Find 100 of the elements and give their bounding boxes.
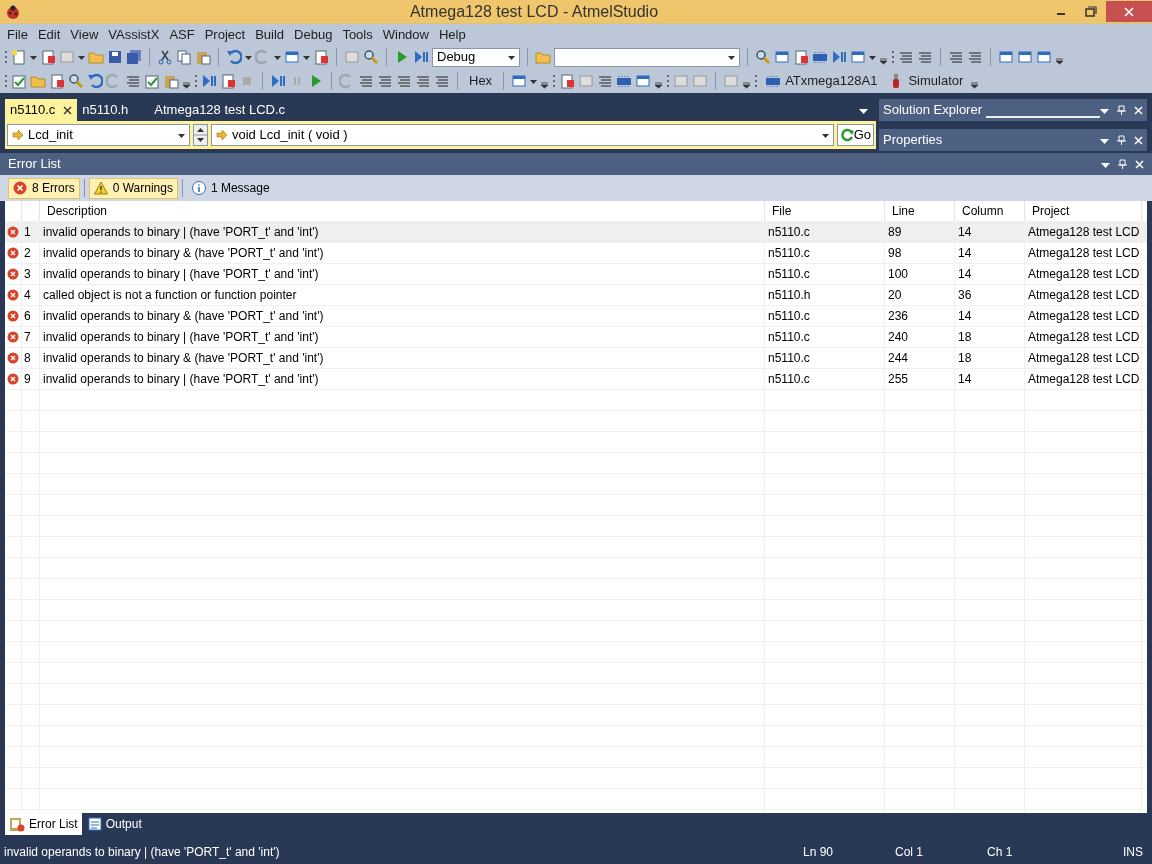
document-icon[interactable] <box>559 73 576 89</box>
pin-icon[interactable] <box>1118 159 1127 169</box>
step-icon[interactable] <box>201 73 217 89</box>
scope-dropdown[interactable]: Lcd_init <box>7 124 190 146</box>
column-header[interactable]: File <box>765 201 885 221</box>
error-row[interactable]: 3 invalid operands to binary | (have 'PORT_t' and 'int') n5110.c 100 14 Atmega128 test LCD <box>5 264 1147 285</box>
lines-icon[interactable] <box>948 49 964 65</box>
menu-item[interactable]: Edit <box>32 24 66 45</box>
toolbar-grip-icon[interactable] <box>754 73 759 89</box>
pin-icon[interactable] <box>1117 105 1126 115</box>
menu-item[interactable]: Help <box>434 24 471 45</box>
spinner-icon[interactable] <box>193 124 208 146</box>
menu-item[interactable]: Tools <box>337 24 378 45</box>
document-tab[interactable]: n5110.c <box>5 99 78 121</box>
error-row[interactable]: 1 invalid operands to binary | (have 'PORT_t' and 'int') n5110.c 89 14 Atmega128 test LCD <box>5 222 1147 243</box>
menu-item[interactable]: Debug <box>289 24 338 45</box>
chip-icon[interactable] <box>616 73 633 89</box>
document-icon[interactable] <box>49 73 65 89</box>
check-icon[interactable] <box>11 73 27 89</box>
search-icon[interactable] <box>363 49 379 65</box>
search-icon[interactable] <box>755 49 771 65</box>
search-combo-field[interactable] <box>554 47 740 67</box>
document-icon[interactable] <box>220 73 236 89</box>
lines-icon[interactable] <box>434 73 450 89</box>
column-header[interactable]: Project <box>1025 201 1142 221</box>
filter-toggle[interactable]: 0 Warnings <box>88 177 178 199</box>
toolbar-grip-icon[interactable] <box>4 49 8 65</box>
undo-icon[interactable] <box>87 73 103 89</box>
chip-icon[interactable] <box>765 73 782 89</box>
window-icon[interactable] <box>635 73 652 89</box>
menu-item[interactable]: VAssistX <box>103 24 165 45</box>
error-row[interactable]: 6 invalid operands to binary & (have 'PORT_t' and 'int') n5110.c 236 14 Atmega128 test LCD <box>5 306 1147 327</box>
save-all-icon[interactable] <box>126 49 142 65</box>
document-tab[interactable]: n5110.h <box>77 99 134 121</box>
step-icon[interactable] <box>413 49 429 65</box>
member-dropdown[interactable]: void Lcd_init ( void ) <box>211 124 834 146</box>
device-button[interactable]: ATxmega128A1 <box>761 71 882 91</box>
paste-icon[interactable] <box>195 49 211 65</box>
menu-item[interactable]: Project <box>199 24 251 45</box>
window-icon[interactable] <box>1017 49 1033 65</box>
lines-icon[interactable] <box>597 73 614 89</box>
go-button[interactable]: Go <box>836 124 874 146</box>
check-icon[interactable] <box>144 73 160 89</box>
menu-item[interactable]: View <box>65 24 104 45</box>
toolbar-grip-icon[interactable] <box>194 73 198 89</box>
window-icon[interactable] <box>284 49 300 65</box>
window-icon[interactable] <box>1036 49 1052 65</box>
hex-button[interactable]: Hex <box>465 71 497 91</box>
tool-window-tab[interactable]: Output <box>83 813 146 835</box>
paste-icon[interactable] <box>163 73 179 89</box>
column-header[interactable]: Column <box>955 201 1025 221</box>
lines-icon[interactable] <box>358 73 374 89</box>
error-row[interactable]: 4 called object is not a function or function pointer n5110.h 20 36 Atmega128 test LCD <box>5 285 1147 306</box>
lines-icon[interactable] <box>415 73 431 89</box>
lines-icon[interactable] <box>967 49 983 65</box>
menu-item[interactable]: ASF <box>164 24 200 45</box>
document-icon[interactable] <box>40 49 56 65</box>
tool-window-tab[interactable]: Error List <box>5 813 82 835</box>
column-header[interactable]: Description <box>40 201 765 221</box>
lines-icon[interactable] <box>396 73 412 89</box>
cut-icon[interactable] <box>157 49 173 65</box>
toolbar-grip-icon[interactable] <box>666 73 671 89</box>
step-icon[interactable] <box>270 73 286 89</box>
menu-item[interactable]: Build <box>250 24 290 45</box>
configuration-dropdown[interactable]: Debug <box>432 47 520 67</box>
table-cell: 240 <box>885 327 955 347</box>
save-icon[interactable] <box>107 49 123 65</box>
copy-icon[interactable] <box>176 49 192 65</box>
chip-icon[interactable] <box>812 49 828 65</box>
column-header[interactable]: Line <box>885 201 955 221</box>
toolbar-grip-icon[interactable] <box>891 49 895 65</box>
search-icon[interactable] <box>68 73 84 89</box>
error-row[interactable]: 7 invalid operands to binary | (have 'PORT_t' and 'int') n5110.c 240 18 Atmega128 test LCD <box>5 327 1147 348</box>
table-cell: 236 <box>885 306 955 326</box>
filter-toggle[interactable]: 1 Message <box>186 177 275 199</box>
window-icon[interactable] <box>511 73 528 89</box>
lines-icon[interactable] <box>917 49 933 65</box>
window-icon[interactable] <box>774 49 790 65</box>
table-cell: 14 <box>955 222 1025 242</box>
window-icon[interactable] <box>998 49 1014 65</box>
document-icon[interactable] <box>313 49 329 65</box>
menu-item[interactable]: File <box>2 24 33 45</box>
toolbar-grip-icon[interactable] <box>4 73 8 89</box>
table-cell: 9 <box>22 369 40 389</box>
tool-button[interactable]: Simulator <box>884 71 968 91</box>
lines-icon[interactable] <box>377 73 393 89</box>
step-icon[interactable] <box>831 49 847 65</box>
error-row[interactable]: 9 invalid operands to binary | (have 'PORT_t' and 'int') n5110.c 255 14 Atmega128 test LCD <box>5 369 1147 390</box>
lines-icon[interactable] <box>898 49 914 65</box>
menu-item[interactable]: Window <box>377 24 434 45</box>
document-tab[interactable]: Atmega128 test LCD.c <box>149 99 291 121</box>
toolbar-grip-icon[interactable] <box>552 73 557 89</box>
error-row[interactable]: 8 invalid operands to binary & (have 'PORT_t' and 'int') n5110.c 244 18 Atmega128 test LCD <box>5 348 1147 369</box>
window-icon[interactable] <box>850 49 866 65</box>
pin-icon[interactable] <box>1117 135 1126 145</box>
error-row[interactable]: 2 invalid operands to binary & (have 'PORT_t' and 'int') n5110.c 98 14 Atmega128 test LCD <box>5 243 1147 264</box>
document-icon[interactable] <box>793 49 809 65</box>
close-icon[interactable] <box>63 105 73 115</box>
lines-icon[interactable] <box>125 73 141 89</box>
filter-toggle[interactable]: 8 Errors <box>8 177 80 199</box>
